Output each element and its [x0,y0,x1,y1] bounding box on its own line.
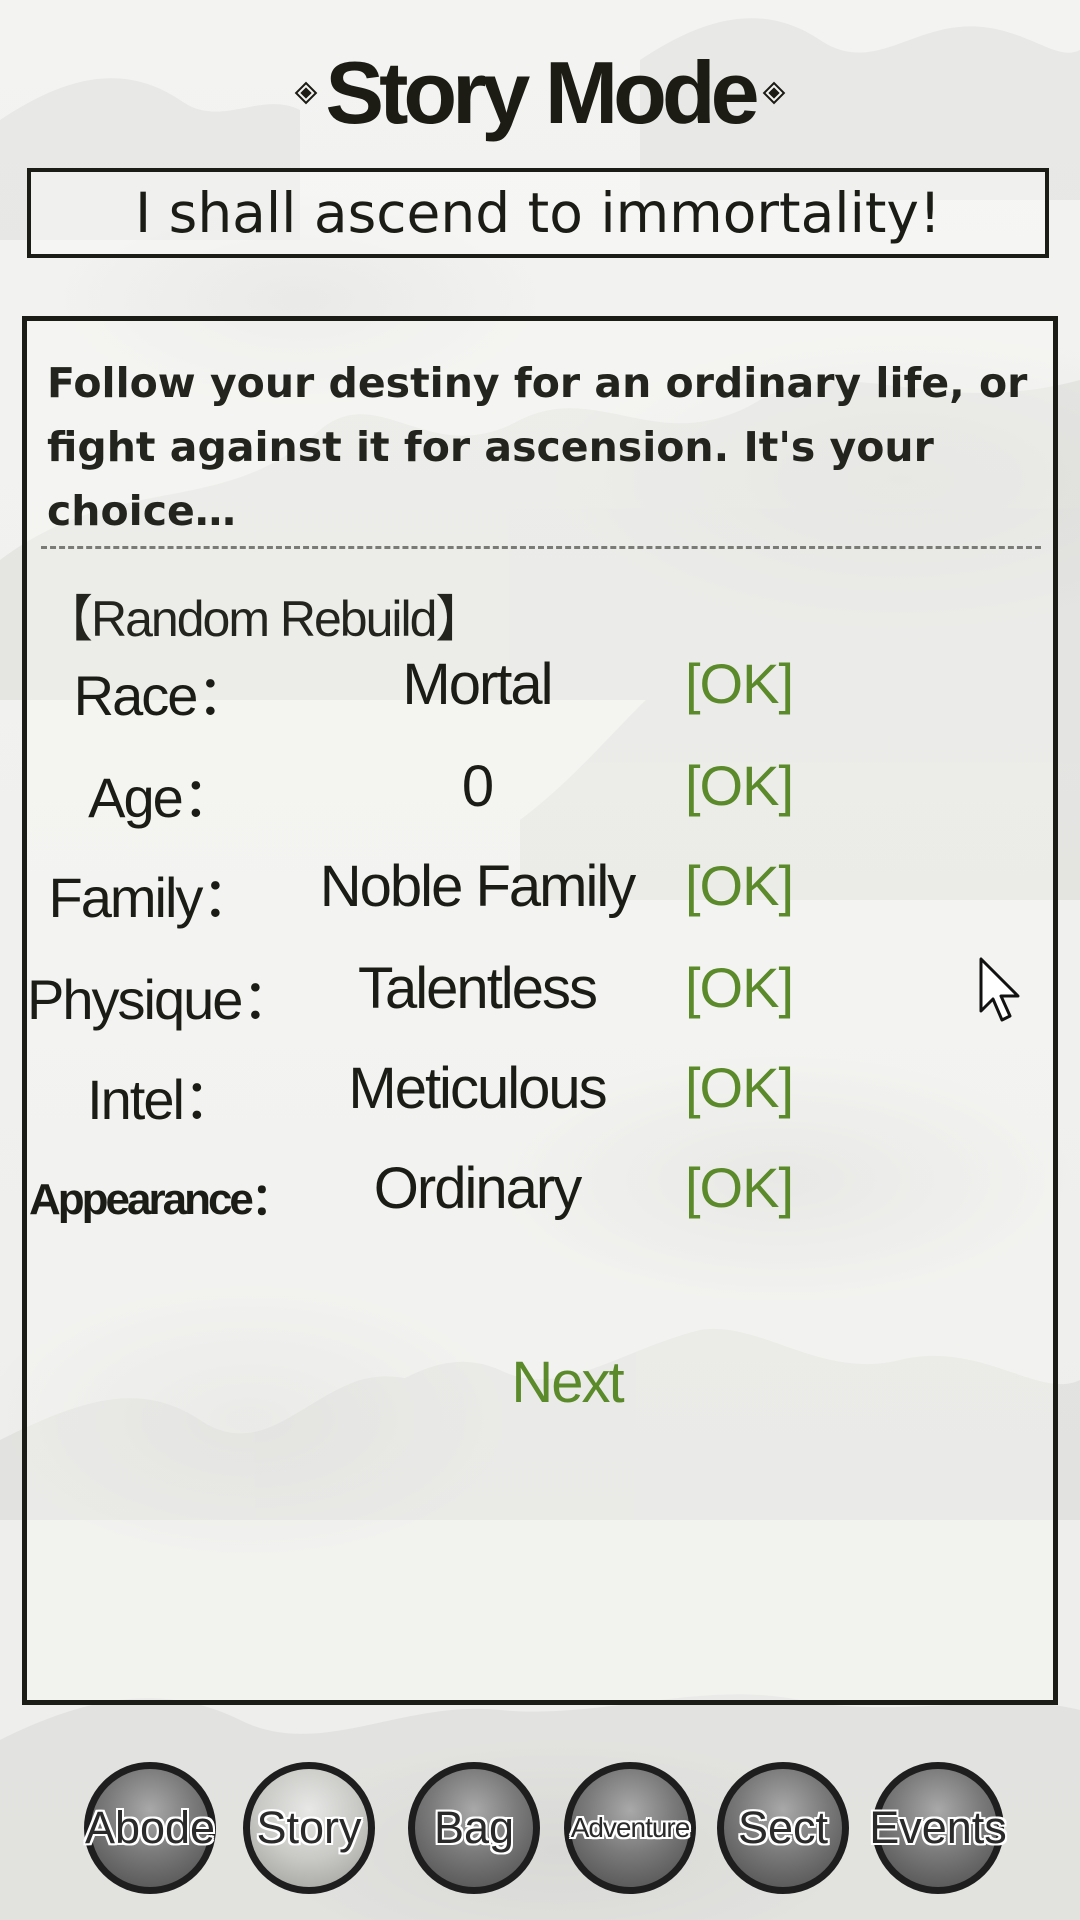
attribute-row-intel: Intel： Meticulous [OK] [27,1055,1057,1135]
mouse-cursor-icon [979,957,1020,1022]
nav-button-abode[interactable]: Abode [84,1762,216,1894]
nav-button-bag[interactable]: Bag [408,1762,540,1894]
ok-button-appearance[interactable]: [OK] [685,1155,794,1220]
ok-button-intel[interactable]: [OK] [685,1055,794,1120]
attribute-value: 0 [461,754,494,819]
title-row: Story Mode [0,38,1080,148]
attribute-value: Noble Family [319,854,636,919]
nav-button-events[interactable]: Events [869,1762,1007,1894]
diamond-ornament-icon [763,82,785,104]
subtitle-text: I shall ascend to immortality! [134,181,942,245]
nav-label: Sect [737,1802,829,1853]
attribute-row-race: Race： Mortal [OK] [27,651,1057,731]
dashed-divider [41,546,1041,549]
attribute-value: Talentless [358,956,598,1021]
nav-label: Story [256,1802,362,1853]
nav-button-adventure[interactable]: Adventure [564,1762,696,1894]
nav-label: Events [869,1802,1007,1853]
story-panel: Follow your destiny for an ordinary life… [22,316,1058,1705]
ok-button-age[interactable]: [OK] [685,753,794,818]
attribute-label: Physique： [27,968,297,1031]
nav-label: Abode [84,1802,216,1853]
ok-button-family[interactable]: [OK] [685,853,794,918]
attribute-row-family: Family： Noble Family [OK] [27,853,1057,933]
intro-text: Follow your destiny for an ordinary life… [47,359,1028,535]
attribute-label: Race： [73,664,253,727]
bottom-navigation: Abode Story Bag Adventure Sect Events [0,1762,1080,1902]
subtitle-banner: I shall ascend to immortality! [27,168,1049,258]
nav-button-story[interactable]: Story [243,1762,375,1894]
attribute-label: Age： [88,766,238,829]
attribute-value: Ordinary [373,1156,582,1221]
attribute-value: Mortal [402,652,553,717]
nav-button-sect[interactable]: Sect [717,1762,849,1894]
attribute-label: Intel： [87,1068,239,1131]
attribute-label: Family： [48,866,258,929]
attribute-row-appearance: Appearance： Ordinary [OK] [27,1155,1057,1235]
section-heading: 【Random Rebuild】 [43,591,485,647]
attribute-row-age: Age： 0 [OK] [27,753,1057,833]
ok-button-race[interactable]: [OK] [685,651,794,716]
diamond-ornament-icon [295,82,317,104]
attribute-row-physique: Physique： Talentless [OK] [27,955,1057,1035]
attribute-label: Appearance： [29,1175,295,1224]
page-title: Story Mode [325,43,759,142]
next-button[interactable]: Next [467,1349,667,1416]
nav-label: Adventure [570,1812,691,1843]
nav-label: Bag [433,1802,515,1853]
ok-button-physique[interactable]: [OK] [685,955,794,1020]
attribute-value: Meticulous [348,1056,607,1121]
